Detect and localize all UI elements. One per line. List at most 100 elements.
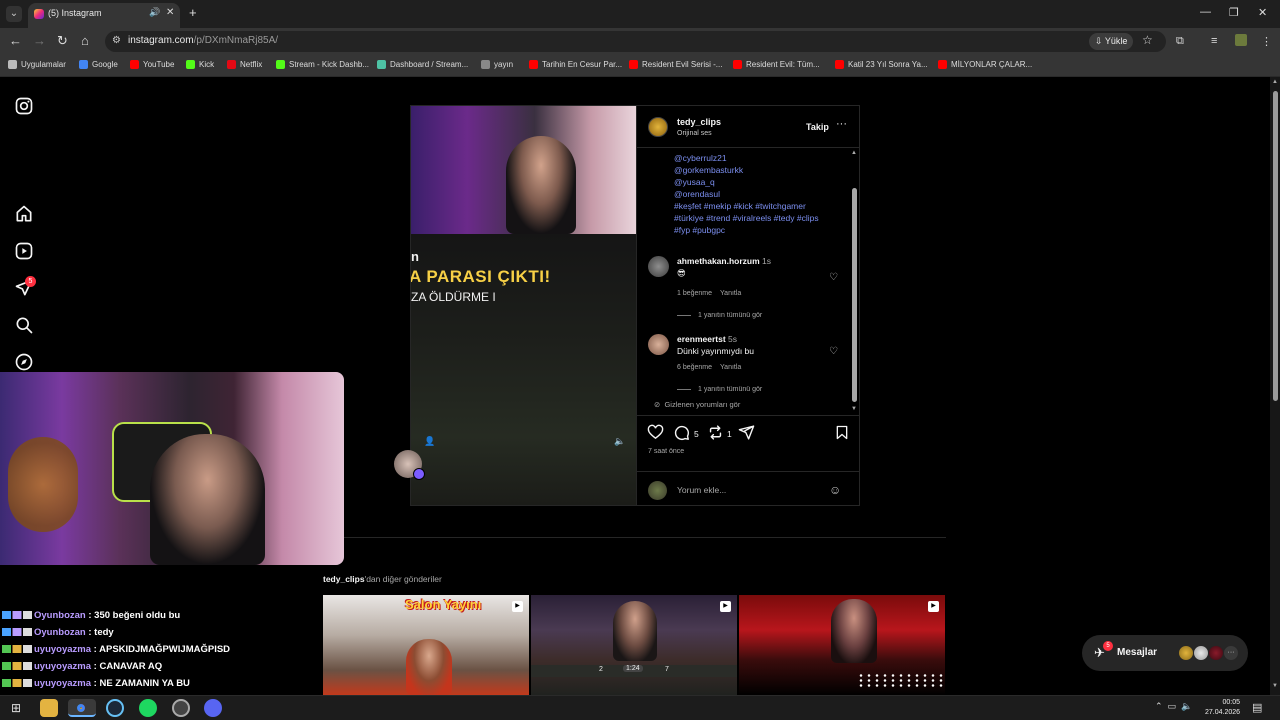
reels-nav-icon[interactable] xyxy=(14,241,34,261)
like-heart-icon[interactable] xyxy=(647,424,664,441)
back-icon[interactable]: ← xyxy=(9,33,22,48)
bookmark-item[interactable]: MİLYONLAR ÇALAR... xyxy=(938,60,1032,69)
chat-text: : CANAVAR AQ xyxy=(93,661,163,672)
comment-avatar[interactable] xyxy=(648,256,669,277)
bookmark-item[interactable]: Resident Evil: Tüm... xyxy=(733,60,820,69)
comment-username[interactable]: ahmethakan.horzum 1s xyxy=(677,256,771,266)
thumbnail-title: Salon Yayını xyxy=(405,597,482,612)
bookmark-favicon-icon xyxy=(79,60,88,69)
discord-icon[interactable] xyxy=(204,699,222,717)
forward-icon[interactable]: → xyxy=(33,33,46,48)
post-audio[interactable]: Orijinal ses xyxy=(677,130,712,137)
address-bar[interactable]: ⚙ instagram.com/p/DXmNmaRj85A/ ⇩ Yükle ☆ xyxy=(105,31,1166,52)
instagram-logo-icon[interactable] xyxy=(14,96,34,116)
tab-audio-icon[interactable]: 🔊 xyxy=(149,7,160,18)
comment-like-icon[interactable]: ♡ xyxy=(829,346,838,357)
bookmark-item[interactable]: Tarihin En Cesur Par... xyxy=(529,60,622,69)
bookmark-favicon-icon xyxy=(130,60,139,69)
reload-icon[interactable]: ↻ xyxy=(57,33,68,49)
explore-nav-icon[interactable] xyxy=(14,352,34,372)
add-comment-input[interactable]: Yorum ekle... xyxy=(677,485,726,495)
comment-icon[interactable] xyxy=(673,424,690,441)
chrome-taskbar-icon[interactable] xyxy=(68,699,96,717)
reel-icon: ▶ xyxy=(928,601,939,612)
bookmark-item[interactable]: Dashboard / Stream... xyxy=(377,60,468,69)
add-comment-row: Yorum ekle... ☺ xyxy=(637,471,860,506)
save-bookmark-icon[interactable] xyxy=(834,424,850,441)
install-app-button[interactable]: ⇩ Yükle xyxy=(1089,33,1134,50)
chat-message: uyuyoyazma : APSKIDJMAĞPWIJMAĞPISD xyxy=(2,644,230,655)
more-post-thumbnail[interactable]: 2 1:24 7 ▶ xyxy=(531,595,737,695)
home-nav-icon[interactable] xyxy=(14,204,34,224)
bookmark-item[interactable]: Resident Evil Serisi -... xyxy=(629,60,722,69)
author-avatar[interactable] xyxy=(648,117,668,137)
bookmark-item[interactable]: Netflix xyxy=(227,60,262,69)
more-post-thumbnail[interactable]: Salon Yayını ▶ xyxy=(323,595,529,695)
tab-search-button[interactable]: ⌄ xyxy=(6,6,22,22)
author-username[interactable]: tedy_clips xyxy=(677,117,721,127)
bookmark-item[interactable]: Katil 23 Yıl Sonra Ya... xyxy=(835,60,928,69)
clock[interactable]: 00:05 27.04.2026 xyxy=(1205,698,1240,718)
comment-username[interactable]: erenmeertst 5s xyxy=(677,334,737,344)
notification-center-icon[interactable]: ▤ xyxy=(1252,701,1262,714)
comment-text: Dünki yayınmıydı bu xyxy=(677,346,755,356)
media-control-icon[interactable]: ≡ xyxy=(1211,35,1217,47)
caption-line[interactable]: #türkiye #trend #viralreels #tedy #clips xyxy=(674,213,819,223)
view-replies-button[interactable]: 1 yanıtın tümünü gör xyxy=(677,312,762,319)
chat-badges-icon xyxy=(2,628,32,637)
reply-button[interactable]: Yanıtla xyxy=(720,290,741,297)
system-tray[interactable]: ⌃ ▭ 🔈 xyxy=(1155,701,1192,712)
caption-line[interactable]: @cyberrulz21 xyxy=(674,153,727,163)
new-tab-button[interactable]: + xyxy=(189,5,197,20)
tab-close-icon[interactable]: ✕ xyxy=(166,7,174,18)
messages-button[interactable]: ✈ 5 Mesajlar ··· xyxy=(1082,635,1248,671)
bookmark-item[interactable]: Kick xyxy=(186,60,214,69)
url-text[interactable]: instagram.com/p/DXmNmaRj85A/ xyxy=(128,35,278,46)
bookmark-item[interactable]: yayın xyxy=(481,60,513,69)
site-info-icon[interactable]: ⚙ xyxy=(112,35,121,46)
bookmark-item[interactable]: Uygulamalar xyxy=(8,60,66,69)
comment-like-icon[interactable]: ♡ xyxy=(829,272,838,283)
home-icon[interactable]: ⌂ xyxy=(81,33,89,48)
caption-line[interactable]: @yusaa_q xyxy=(674,177,715,187)
video-mute-icon[interactable]: 🔈 xyxy=(614,436,625,447)
caption-line[interactable]: #keşfet #mekip #kick #twitchgamer xyxy=(674,201,806,211)
follow-button[interactable]: Takip xyxy=(806,122,829,132)
extensions-icon[interactable]: ⧉ xyxy=(1176,35,1184,48)
menu-icon[interactable]: ⋮ xyxy=(1261,35,1272,48)
share-icon[interactable] xyxy=(738,424,755,441)
page-scrollbar[interactable]: ▲ ▼ xyxy=(1270,77,1280,695)
minimize-icon[interactable]: — xyxy=(1200,6,1211,18)
file-explorer-icon[interactable] xyxy=(40,699,58,717)
more-post-thumbnail[interactable]: ▶ xyxy=(739,595,945,695)
post-time-ago[interactable]: 7 saat önce xyxy=(648,448,684,455)
bookmark-item[interactable]: Stream - Kick Dashb... xyxy=(276,60,369,69)
profile-avatar[interactable] xyxy=(1235,34,1247,46)
hidden-comments-button[interactable]: ⊘ Gizlenen yorumları gör xyxy=(654,400,740,409)
caption-line[interactable]: @orendasul xyxy=(674,189,720,199)
restore-icon[interactable]: ❐ xyxy=(1229,6,1239,19)
browser-tab-instagram[interactable]: (5) Instagram 🔊 ✕ xyxy=(28,3,180,28)
emoji-icon[interactable]: ☺ xyxy=(829,483,841,497)
view-replies-button[interactable]: 1 yanıtın tümünü gör xyxy=(677,386,762,393)
bookmark-star-icon[interactable]: ☆ xyxy=(1142,33,1153,47)
search-nav-icon[interactable] xyxy=(14,315,34,335)
bookmark-item[interactable]: YouTube xyxy=(130,60,174,69)
more-options-icon[interactable]: ··· xyxy=(836,118,847,130)
video-tagged-user-icon[interactable]: 👤 xyxy=(424,436,435,447)
repost-icon[interactable] xyxy=(707,424,724,441)
comment-avatar[interactable] xyxy=(648,334,669,355)
windows-start-icon[interactable]: ⊞ xyxy=(7,699,25,717)
post-video[interactable]: n A PARASI ÇIKTI! ZA ÖLDÜRME I 👤 🔈 xyxy=(411,106,636,505)
reel-icon: ▶ xyxy=(720,601,731,612)
obs-icon[interactable] xyxy=(172,699,190,717)
bookmark-item[interactable]: Google xyxy=(79,60,118,69)
caption-line[interactable]: #fyp #pubgpc xyxy=(674,225,725,235)
bookmark-favicon-icon xyxy=(227,60,236,69)
steam-icon[interactable] xyxy=(106,699,124,717)
spotify-icon[interactable] xyxy=(139,699,157,717)
caption-line[interactable]: @gorkembasturkk xyxy=(674,165,743,175)
reply-button[interactable]: Yanıtla xyxy=(720,364,741,371)
close-window-icon[interactable]: ✕ xyxy=(1258,6,1267,19)
comments-scrollbar[interactable]: ▲ ▼ xyxy=(851,150,859,412)
